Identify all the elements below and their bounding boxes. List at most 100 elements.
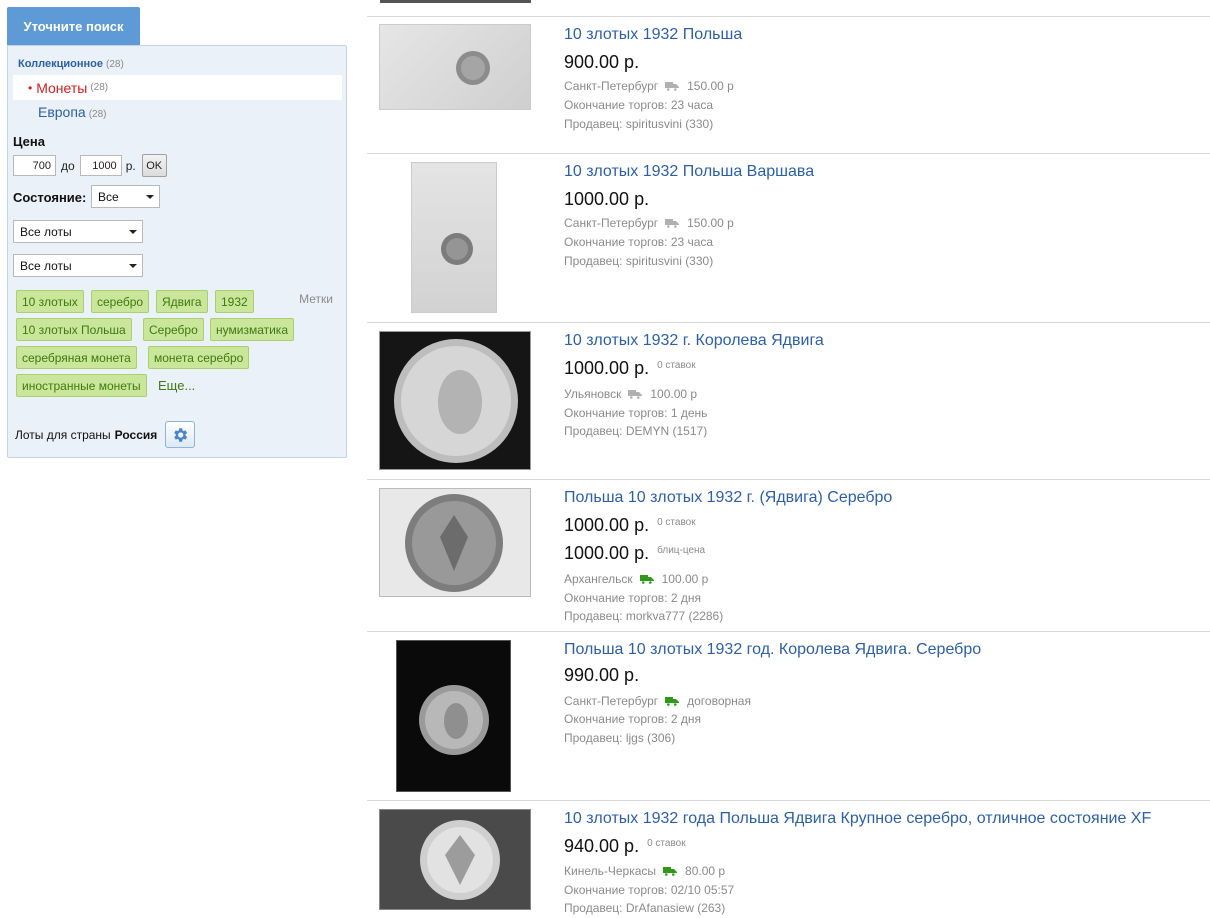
lot-location-shipping: Санкт-Петербург 150.00 р — [564, 216, 734, 230]
category-collectible-label: Коллекционное — [18, 58, 103, 70]
tag-chip[interactable]: Серебро — [143, 318, 204, 341]
truck-icon — [639, 575, 654, 584]
lot-city: Санкт-Петербург — [564, 216, 659, 230]
tag-chip[interactable]: 1932 — [215, 290, 254, 313]
lot-shipping-cost: 100.00 р — [661, 572, 709, 586]
category-europe-label: Европа — [38, 104, 86, 120]
lot-shipping-cost: 150.00 р — [687, 216, 734, 230]
filter-panel: Коллекционное (28) • Монеты (28) Европа (28… — [7, 45, 347, 458]
lot-ends: Окончание торгов: 02/10 05:57 — [564, 883, 735, 897]
tag-chip[interactable]: серебряная монета — [16, 346, 137, 369]
lots-filter-select-1[interactable]: Все лоты — [13, 220, 143, 243]
lot-shipping-cost: 100.00 р — [650, 387, 698, 401]
lot-price: 1000.00 р. 0 ставок — [564, 515, 696, 536]
lot-city: Архангельск — [564, 572, 633, 586]
lot-location-shipping: Санкт-Петербург 150.00 р — [564, 79, 734, 93]
country-settings-button[interactable] — [165, 421, 196, 448]
lot-item: 10 злотых 1932 Польша 900.00 р. Санкт-Пе… — [367, 16, 1210, 153]
bids-count: 0 ставок — [647, 838, 686, 849]
truck-icon — [628, 390, 643, 399]
coin-photo-icon — [405, 494, 503, 592]
price-range: до р. OK — [13, 154, 167, 177]
category-count: (28) — [105, 59, 124, 70]
coin-photo-icon — [420, 820, 500, 900]
category-coins-label: Монеты — [36, 79, 88, 96]
lot-thumbnail[interactable] — [396, 640, 511, 792]
tag-chip[interactable]: монета серебро — [148, 346, 250, 369]
lot-title-link[interactable]: Польша 10 злотых 1932 год. Королева Ядви… — [564, 641, 981, 659]
lot-item: Польша 10 злотых 1932 г. (Ядвига) Серебр… — [367, 479, 1210, 631]
lot-thumbnail[interactable] — [411, 162, 497, 313]
lot-price: 990.00 р. — [564, 665, 639, 686]
price-currency: р. — [125, 158, 136, 173]
condition-select[interactable]: Все — [91, 185, 160, 208]
lot-location-shipping: Ульяновск 100.00 р — [564, 387, 697, 401]
lot-seller[interactable]: Продавец: spiritusvini (330) — [564, 254, 713, 268]
price-value: 940.00 р. — [564, 836, 640, 856]
condition-label: Состояние: — [13, 190, 87, 205]
truck-icon — [665, 219, 680, 228]
lot-city: Санкт-Петербург — [564, 694, 659, 708]
lot-ends: Окончание торгов: 23 часа — [564, 235, 714, 249]
lots-filter-select-2[interactable]: Все лоты — [13, 254, 143, 277]
lot-thumbnail[interactable] — [379, 24, 531, 110]
lot-price: 940.00 р. 0 ставок — [564, 836, 686, 857]
tag-chip[interactable]: 10 злотых — [16, 290, 84, 313]
category-collectible[interactable]: Коллекционное (28) — [18, 58, 124, 70]
lot-buy-now-price: 1000.00 р. блиц-цена — [564, 543, 705, 564]
condition-value: Все — [98, 189, 119, 204]
lot-title-link[interactable]: Польша 10 злотых 1932 г. (Ядвига) Серебр… — [564, 489, 892, 507]
price-value: 990.00 р. — [564, 665, 640, 685]
lot-city: Санкт-Петербург — [564, 79, 659, 93]
country-prefix: Лоты для страны — [15, 427, 111, 442]
tags-more-link[interactable]: Еще... — [158, 378, 195, 393]
lot-city: Кинель-Черкасы — [564, 864, 657, 878]
lot-thumbnail[interactable] — [379, 809, 531, 910]
lot-ends: Окончание торгов: 23 часа — [564, 98, 714, 112]
lot-price: 900.00 р. — [564, 52, 639, 73]
category-europe[interactable]: Европа (28) — [38, 104, 107, 120]
price-ok-button[interactable]: OK — [141, 154, 167, 177]
lot-item: 10 злотых 1932 г. Королева Ядвига 1000.0… — [367, 322, 1210, 479]
tags-label: Метки — [299, 292, 333, 306]
tag-chip[interactable]: иностранные монеты — [16, 374, 147, 397]
price-separator: до — [61, 158, 75, 173]
lot-location-shipping: Санкт-Петербург договорная — [564, 694, 751, 708]
refine-search-tab[interactable]: Уточните поиск — [7, 7, 140, 45]
price-to-input[interactable] — [79, 155, 122, 176]
lot-title-link[interactable]: 10 злотых 1932 Польша Варшава — [564, 163, 814, 181]
price-value: 1000.00 р. — [564, 358, 650, 378]
lot-price: 1000.00 р. — [564, 189, 649, 210]
lot-title-link[interactable]: 10 злотых 1932 Польша — [564, 26, 742, 44]
lot-seller[interactable]: Продавец: spiritusvini (330) — [564, 117, 713, 131]
lot-title-link[interactable]: 10 злотых 1932 года Польша Ядвига Крупно… — [564, 810, 1151, 828]
lot-seller[interactable]: Продавец: morkva777 (2286) — [564, 609, 723, 623]
category-coins-selected[interactable]: • Монеты (28) — [13, 75, 342, 100]
lot-ends: Окончание торгов: 1 день — [564, 406, 708, 420]
tag-chip[interactable]: Ядвига — [156, 290, 208, 313]
tag-chip[interactable]: нумизматика — [210, 318, 294, 341]
tag-chip[interactable]: серебро — [91, 290, 150, 313]
lot-shipping-cost: 80.00 р — [685, 864, 726, 878]
lot-title-link[interactable]: 10 злотых 1932 г. Королева Ядвига — [564, 332, 824, 350]
lot-city: Ульяновск — [564, 387, 622, 401]
price-value: 900.00 р. — [564, 52, 640, 72]
lot-price: 1000.00 р. 0 ставок — [564, 358, 696, 379]
lots-filter-value: Все лоты — [20, 224, 72, 239]
coin-photo-icon — [441, 233, 473, 265]
lot-location-shipping: Кинель-Черкасы 80.00 р — [564, 864, 725, 878]
refine-search-label: Уточните поиск — [23, 18, 124, 34]
chevron-down-icon — [129, 264, 137, 268]
lot-seller[interactable]: Продавец: DrAfanasiew (263) — [564, 901, 725, 915]
lot-thumbnail[interactable] — [379, 488, 531, 597]
price-value: 1000.00 р. — [564, 543, 650, 563]
lot-seller[interactable]: Продавец: DEMYN (1517) — [564, 424, 707, 438]
lot-thumbnail[interactable] — [379, 331, 531, 470]
price-from-input[interactable] — [13, 155, 56, 176]
truck-icon — [663, 867, 678, 876]
lot-seller[interactable]: Продавец: ljgs (306) — [564, 731, 675, 745]
bullet-icon: • — [28, 80, 33, 95]
tag-chip[interactable]: 10 злотых Польша — [16, 318, 132, 341]
lot-shipping-cost: 150.00 р — [687, 79, 734, 93]
country-filter: Лоты для страны Россия — [15, 421, 196, 448]
